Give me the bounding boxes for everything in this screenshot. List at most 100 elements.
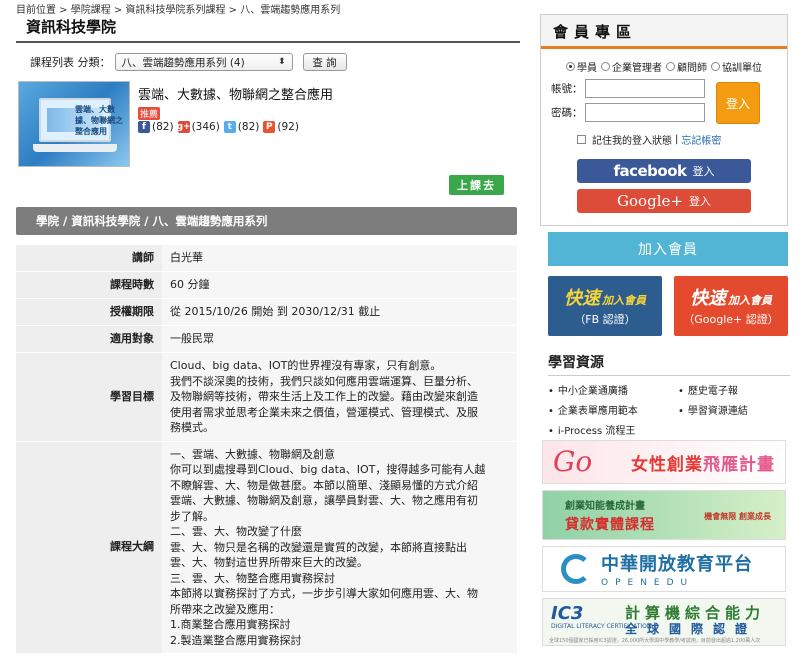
outline-line: 二、雲、大、物改變了什麼 <box>170 525 302 538</box>
enroll-button[interactable]: 上課去 <box>449 175 504 195</box>
laptop-base-graphic <box>33 144 117 152</box>
quick-join-fb-title: 快速 加入會員 <box>548 284 662 310</box>
remember-label: 記住我的登入狀態 <box>592 136 672 147</box>
outline-label: 課程大綱 <box>16 441 162 654</box>
openedu-title: 中華開放教育平台 <box>601 554 753 575</box>
ic3-banner[interactable]: IC3 DIGITAL LITERACY CERTIFICATION 計算機綜合… <box>542 598 786 646</box>
goal-line: 使用者需求並思考企業未來之價值，營運模式、管理模式、及服 <box>170 405 478 419</box>
role-option-consultant[interactable]: 顧問師 <box>666 59 707 74</box>
openedu-subtitle: OPENEDU <box>601 578 695 588</box>
filter-row: 課程列表 分類： 八、雲端趨勢應用系列 (4) ⬍ 查 詢 <box>30 53 520 71</box>
course-card: 雲端、大數據、物聯網之整合應用 雲端、大數據、物聯網之整合應用 推薦 f (82… <box>18 81 520 167</box>
ic3-fineprint: 全球150個國家已採用IC3認證，26,000所大學與中學教學/考試用，目前發出… <box>549 638 761 644</box>
account-input[interactable] <box>585 79 705 98</box>
outline-line: 你可以到處搜尋到Cloud、big data、IOT，搜得越多可能有人越 <box>170 463 486 476</box>
login-button[interactable]: 登入 <box>716 82 760 124</box>
thumbnail-caption: 雲端、大數據、物聯網之整合應用 <box>75 105 123 136</box>
password-label: 密碼： <box>551 107 583 119</box>
radio-selected-icon[interactable] <box>566 62 575 71</box>
plurk-count: (92) <box>277 121 299 133</box>
openedu-banner[interactable]: 中華開放教育平台 OPENEDU <box>542 546 786 592</box>
query-button[interactable]: 查 詢 <box>302 53 347 71</box>
course-info: 雲端、大數據、物聯網之整合應用 推薦 f (82) g+ (346) t (82… <box>138 81 333 167</box>
member-panel: 會員專區 學員 企業管理者 顧問師 協訓單位 帳號： 密碼： 登入 記住我的登入… <box>540 14 788 226</box>
role-option-training-unit[interactable]: 協訓單位 <box>711 59 762 74</box>
ic3-logo: IC3 <box>551 603 584 624</box>
resource-link[interactable]: 學習資源連結 <box>678 402 790 417</box>
google-plus-count: (346) <box>191 121 220 133</box>
women-text-b: 飛雁計畫 <box>703 454 775 475</box>
password-input[interactable] <box>585 103 705 122</box>
radio-icon[interactable] <box>711 62 720 71</box>
role-label: 顧問師 <box>677 63 707 74</box>
member-panel-header: 會員專區 <box>541 15 787 49</box>
loan-banner-tag: 機會無限 創業成長 <box>704 512 771 521</box>
forgot-password-link[interactable]: 忘記帳密 <box>681 132 721 147</box>
main-content: 資訊科技學院 課程列表 分類： 八、雲端趨勢應用系列 (4) ⬍ 查 詢 雲端、… <box>16 14 520 654</box>
outline-line: 步了解。 <box>170 509 214 523</box>
instructor-label: 講師 <box>16 245 162 272</box>
outline-line: 一、雲端、大數據、物聯網及創意 <box>170 447 335 461</box>
page-title: 資訊科技學院 <box>16 14 520 43</box>
quick-join-fb-button[interactable]: 快速 加入會員 （FB 認證） <box>548 276 662 336</box>
role-option-manager[interactable]: 企業管理者 <box>601 59 662 74</box>
social-share-row: f (82) g+ (346) t (82) P (92) <box>138 121 333 133</box>
women-text-a: 女性創業 <box>631 454 703 475</box>
resource-link[interactable]: i-Process 流程王 <box>548 422 678 437</box>
join-word: 加入會員 <box>602 294 646 307</box>
resource-link[interactable]: 企業表單應用範本 <box>548 402 678 417</box>
filter-label: 課程列表 分類： <box>30 56 111 69</box>
account-label: 帳號： <box>551 83 583 95</box>
goal-line: 及物聯網等技術，帶來生活上及工作上的改變。藉由改變來創造 <box>170 390 478 403</box>
quick-word: 快速 <box>564 288 600 309</box>
outline-line: 1.商業整合應用實務探討 <box>170 618 291 631</box>
table-row: 課程大綱 一、雲端、大數據、物聯網及創意 你可以到處搜尋到Cloud、big d… <box>16 441 517 654</box>
role-selector: 學員 企業管理者 顧問師 協訓單位 <box>541 59 787 74</box>
category-select[interactable]: 八、雲端趨勢應用系列 (4) ⬍ <box>114 53 293 71</box>
facebook-icon[interactable]: f <box>138 121 150 133</box>
outline-line: 雲、大、物對這世界所帶來巨大的改變。 <box>170 556 368 569</box>
google-plus-wordmark: Google+ <box>617 192 683 210</box>
twitter-icon[interactable]: t <box>223 121 236 133</box>
women-entrepreneur-banner[interactable]: Go 女性創業飛雁計畫 <box>542 440 786 484</box>
outline-value: 一、雲端、大數據、物聯網及創意 你可以到處搜尋到Cloud、big data、I… <box>162 441 517 654</box>
facebook-count: (82) <box>152 121 174 133</box>
radio-icon[interactable] <box>666 62 675 71</box>
duration-label: 課程時數 <box>16 271 162 299</box>
google-plus-icon[interactable]: g+ <box>177 121 191 133</box>
recommend-badge: 推薦 <box>138 107 161 120</box>
login-form: 帳號： 密碼： 登入 <box>541 78 787 126</box>
quick-join-fb-sub: （FB 認證） <box>574 313 636 326</box>
remember-checkbox[interactable] <box>577 135 586 144</box>
join-member-button[interactable]: 加入會員 <box>548 232 788 266</box>
quick-join-google-title: 快速 加入會員 <box>674 284 788 310</box>
audience-label: 適用對象 <box>16 325 162 353</box>
facebook-login-button[interactable]: facebook 登入 <box>577 159 751 183</box>
radio-icon[interactable] <box>601 62 610 71</box>
loan-course-banner[interactable]: 創業知能養成計畫 貸款實體課程 機會無限 創業成長 <box>542 490 786 540</box>
role-option-student[interactable]: 學員 <box>566 59 597 74</box>
audience-value: 一般民眾 <box>162 325 517 353</box>
women-banner-text: 女性創業飛雁計畫 <box>631 450 775 475</box>
instructor-value: 白光華 <box>162 245 517 272</box>
separator: | <box>675 134 679 145</box>
resource-link[interactable]: 歷史電子報 <box>678 382 790 397</box>
enroll-row: 上課去 <box>16 175 520 195</box>
outline-line: 雲端、大數據、物聯網及創意，讓學員對雲、大、物之應用有初 <box>170 494 478 507</box>
course-title[interactable]: 雲端、大數據、物聯網之整合應用 <box>138 84 333 103</box>
resources-title: 學習資源 <box>548 352 790 376</box>
quick-word: 快速 <box>690 288 726 309</box>
goal-line: 務模式。 <box>170 421 214 434</box>
select-arrows-icon: ⬍ <box>277 57 286 67</box>
plurk-icon[interactable]: P <box>263 121 276 133</box>
resource-link[interactable]: 中小企業通廣播 <box>548 382 678 397</box>
table-row: 講師 白光華 <box>16 245 517 272</box>
twitter-count: (82) <box>237 121 260 133</box>
quick-join-google-button[interactable]: 快速 加入會員 （Google+ 認證） <box>674 276 788 336</box>
role-label: 學員 <box>577 63 597 74</box>
google-login-button[interactable]: Google+ 登入 <box>577 189 751 213</box>
openedu-text: 中華開放教育平台 OPENEDU <box>601 550 753 588</box>
course-thumbnail[interactable]: 雲端、大數據、物聯網之整合應用 <box>18 81 130 167</box>
google-login-label: 登入 <box>688 195 711 208</box>
join-word: 加入會員 <box>728 294 772 307</box>
